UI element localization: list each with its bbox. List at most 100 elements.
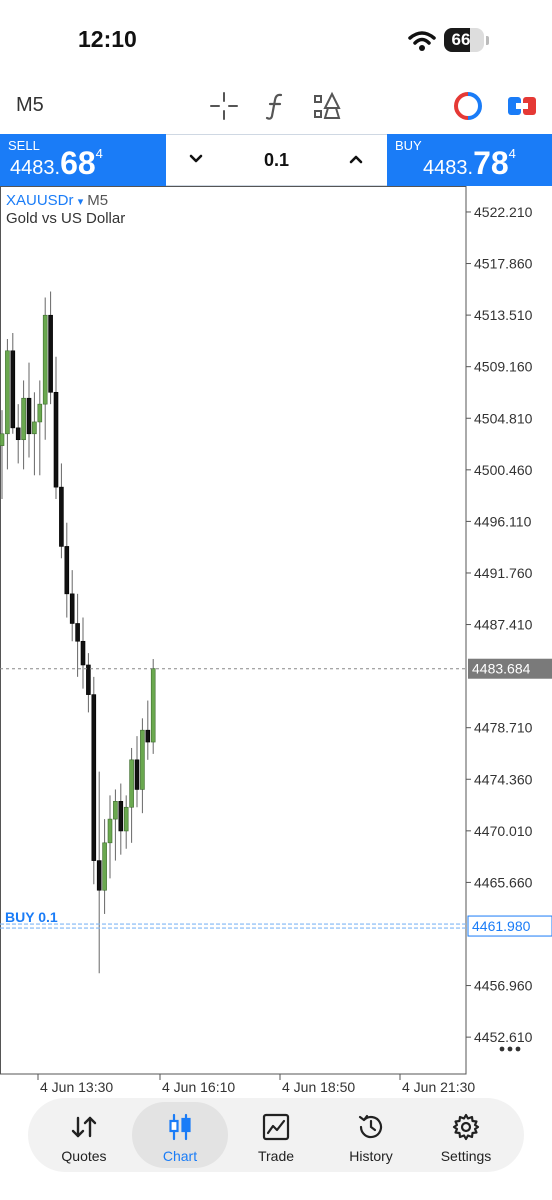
price-axis-label: 4500.460 xyxy=(474,462,533,478)
price-axis-label: 4478.710 xyxy=(474,720,533,736)
candle-body xyxy=(5,350,10,435)
crosshair-icon[interactable] xyxy=(208,90,240,122)
chart-timeframe: M5 xyxy=(87,192,109,209)
sell-button[interactable]: SELL 4483.684 xyxy=(0,134,166,186)
candle-body xyxy=(96,860,102,891)
price-chart[interactable]: 4522.210 4517.860 4513.510 4509.160 4504.810… xyxy=(0,186,552,1100)
symbol-dropdown-icon: ▾ xyxy=(77,196,84,208)
time-axis-label: 4 Jun 13:30 xyxy=(40,1079,113,1095)
timeframe-button[interactable]: M5 xyxy=(16,94,44,117)
price-axis-label: 4487.410 xyxy=(474,617,533,633)
candle-body xyxy=(59,486,64,547)
candle-body xyxy=(107,818,113,844)
settings-gear-icon xyxy=(452,1113,480,1141)
chart-toolbar: M5 xyxy=(0,80,552,132)
price-axis-label: 4504.810 xyxy=(474,410,533,426)
buy-price-big: 78 xyxy=(473,145,509,181)
chevron-up-icon[interactable] xyxy=(346,149,366,169)
candle-body xyxy=(69,593,75,624)
candle-body xyxy=(86,664,91,695)
trade-chart-icon xyxy=(262,1113,290,1141)
chart-candles-icon xyxy=(169,1113,191,1141)
candle-body xyxy=(75,623,80,642)
history-clock-icon xyxy=(358,1114,383,1139)
battery-cap xyxy=(486,36,489,45)
bottom-navigation: Quotes Chart Trade History Settings xyxy=(28,1098,524,1172)
candle-body xyxy=(145,729,151,743)
candle-body xyxy=(113,801,118,820)
time-axis-label: 4 Jun 21:30 xyxy=(402,1079,475,1095)
nav-label-chart: Chart xyxy=(162,1148,198,1164)
trade-panel-icon[interactable] xyxy=(506,90,538,122)
candle-body xyxy=(10,350,16,429)
candle-body xyxy=(42,314,48,405)
sell-price-super: 4 xyxy=(95,146,103,161)
candle-body xyxy=(64,546,70,595)
plot-frame xyxy=(0,186,467,1075)
wifi-icon xyxy=(408,31,436,51)
nav-label-history: History xyxy=(349,1148,393,1164)
candle-body xyxy=(123,806,129,832)
price-axis-label: 4491.760 xyxy=(474,565,533,581)
candle-body xyxy=(140,729,145,790)
status-bar: 12:10 66 xyxy=(0,0,552,80)
nav-chart[interactable]: Chart xyxy=(132,1102,228,1168)
price-axis-label: 4456.960 xyxy=(474,978,533,994)
candle-body xyxy=(91,694,97,861)
candle-body xyxy=(129,759,134,808)
quotes-arrows-icon xyxy=(71,1116,97,1138)
lot-size-control: 0.1 xyxy=(166,134,387,186)
buy-price-prefix: 4483. xyxy=(423,157,474,179)
buy-price: 4483.784 xyxy=(423,145,516,182)
order-line-label: BUY 0.1 xyxy=(5,909,58,925)
sell-price: 4483.684 xyxy=(10,145,103,182)
price-axis-label: 4452.610 xyxy=(474,1029,533,1045)
nav-label-quotes: Quotes xyxy=(61,1148,107,1164)
symbol-description: Gold vs US Dollar xyxy=(6,210,126,227)
buy-price-super: 4 xyxy=(508,146,516,161)
price-axis-label: 4465.660 xyxy=(474,874,533,890)
buy-label: BUY xyxy=(395,138,422,153)
nav-label-settings: Settings xyxy=(440,1148,492,1164)
price-axis-label: 4522.210 xyxy=(474,204,533,220)
nav-trade[interactable]: Trade xyxy=(228,1102,324,1168)
price-axis-label: 4470.010 xyxy=(474,823,533,839)
price-axis-label: 4474.360 xyxy=(474,771,533,787)
nav-history[interactable]: History xyxy=(323,1102,419,1168)
buy-button[interactable]: BUY 4483.784 xyxy=(387,134,552,186)
candle-body xyxy=(102,842,107,891)
candle-body xyxy=(48,314,53,393)
candle-body xyxy=(118,801,124,832)
candle-body xyxy=(32,421,37,435)
battery-icon: 66 xyxy=(444,28,484,52)
candle-body xyxy=(80,640,86,666)
price-axis-label: 4509.160 xyxy=(474,359,533,375)
more-dots-icon[interactable] xyxy=(498,1044,522,1054)
nav-settings[interactable]: Settings xyxy=(418,1102,514,1168)
nav-quotes[interactable]: Quotes xyxy=(36,1102,132,1168)
chart-canvas[interactable]: 4522.210 4517.860 4513.510 4509.160 4504.810… xyxy=(0,186,552,1100)
objects-icon[interactable] xyxy=(312,90,344,122)
bid-price-label: 4483.684 xyxy=(472,661,531,677)
order-price-label: 4461.980 xyxy=(472,918,531,934)
candle-body xyxy=(134,759,140,790)
time-axis-label: 4 Jun 18:50 xyxy=(282,1079,355,1095)
candle-body xyxy=(15,427,21,441)
candle-body xyxy=(21,397,26,441)
indicators-icon[interactable] xyxy=(260,90,292,122)
time-axis-label: 4 Jun 16:10 xyxy=(162,1079,235,1095)
nav-label-trade: Trade xyxy=(257,1148,295,1164)
chart-symbol[interactable]: XAUUSDr ▾ M5 xyxy=(6,192,108,209)
price-axis-label: 4496.110 xyxy=(474,513,532,529)
candle-body xyxy=(0,433,5,446)
sell-price-prefix: 4483. xyxy=(10,157,61,179)
symbol-name: XAUUSDr xyxy=(6,192,74,209)
candle-body xyxy=(150,668,156,743)
battery-percent: 66 xyxy=(451,30,471,49)
candle-body xyxy=(37,403,43,423)
price-axis-label: 4513.510 xyxy=(474,307,533,323)
status-time: 12:10 xyxy=(78,26,137,52)
price-axis-label: 4517.860 xyxy=(474,256,533,272)
sell-price-big: 68 xyxy=(60,145,96,181)
chart-type-icon[interactable] xyxy=(452,90,484,122)
